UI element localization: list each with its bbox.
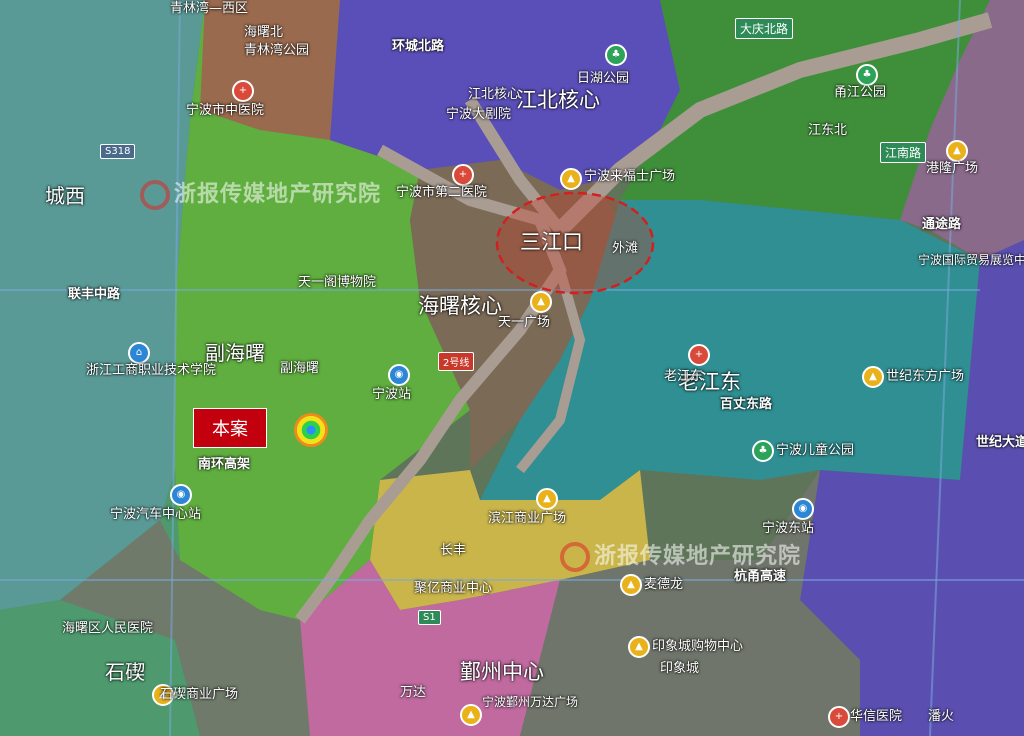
poi-yongjiang-park: 甬江公园 — [834, 85, 887, 100]
poi-auto-center: 宁波汽车中心站 — [110, 507, 202, 522]
mall-icon[interactable]: ▲ — [530, 291, 552, 313]
school-icon[interactable]: ⌂ — [128, 342, 150, 364]
poi-qinglinwan-north: 海曙北 — [244, 25, 284, 40]
park-icon[interactable]: ♣ — [605, 44, 627, 66]
core-jiangbei: 江北核心 — [516, 88, 600, 112]
mall-icon[interactable]: ▲ — [620, 574, 642, 596]
poi-tianyi-plaza: 天一广场 — [498, 315, 551, 330]
poi-qinglinwan-area: 青林湾—西区 — [170, 1, 249, 16]
poi-binjiang-plaza: 滨江商业广场 — [488, 511, 567, 526]
metro-line2-badge: 2号线 — [438, 352, 475, 371]
road-shield-s1: S1 — [418, 610, 441, 625]
poi-waitan: 外滩 — [612, 241, 639, 256]
poi-juyi-center: 聚亿商业中心 — [414, 581, 493, 596]
poi-maidelong: 麦德龙 — [644, 577, 684, 592]
district-chengxi: 城西 — [45, 184, 85, 208]
poi-ningbo-tcm-hospital: 宁波市中医院 — [186, 103, 265, 118]
district-jiangdongbei: 江东北 — [808, 123, 848, 138]
poi-huaxin-hospital: 华信医院 — [850, 709, 903, 724]
poi-jiangbei-core-small: 江北核心 — [468, 87, 521, 102]
poi-ningbo-no2-hospital: 宁波市第二医院 — [396, 185, 488, 200]
road-shield-s318: S318 — [100, 144, 136, 159]
poi-haishu-hospital: 海曙区人民医院 — [62, 621, 154, 636]
poi-yinzhou-wanda: 宁波鄞州万达广场 — [482, 695, 579, 709]
mall-icon[interactable]: ▲ — [560, 168, 582, 190]
poi-ningbo-east-station: 宁波东站 — [762, 521, 815, 536]
road-jiangnan: 江南路 — [880, 142, 927, 163]
core-yinzhou: 鄞州中心 — [460, 660, 544, 684]
district-fuhaishu: 副海曙 — [205, 341, 265, 365]
hospital-icon[interactable]: + — [688, 344, 710, 366]
hospital-icon[interactable]: + — [452, 164, 474, 186]
map-view[interactable]: 浙报传媒地产研究院 浙报传媒地产研究院 城西 副海曙 石碶 江东北 江北核心 三… — [0, 0, 1024, 736]
road-huancheng-north: 环城北路 — [392, 39, 445, 54]
train-station-icon[interactable]: ◉ — [388, 364, 410, 386]
poi-tianyige-museum: 天一阁博物院 — [298, 275, 377, 290]
road-baizhang-east: 百丈东路 — [720, 397, 773, 412]
mall-icon[interactable]: ▲ — [460, 704, 482, 726]
watermark-logo-icon — [140, 180, 170, 210]
road-nanhuan-viaduct: 南环高架 — [198, 457, 251, 472]
project-badge: 本案 — [193, 408, 267, 448]
mall-icon[interactable]: ▲ — [536, 488, 558, 510]
district-shiqi: 石碶 — [105, 660, 145, 684]
road-daqing-north: 大庆北路 — [735, 18, 794, 39]
train-station-icon[interactable]: ◉ — [792, 498, 814, 520]
project-location-marker[interactable] — [294, 413, 328, 447]
hospital-icon[interactable]: + — [828, 706, 850, 728]
road-century-ave: 世纪大道 — [976, 435, 1024, 450]
poi-raffles-plaza: 宁波来福士广场 — [584, 169, 676, 184]
poi-ganglong-plaza: 港隆广场 — [926, 161, 979, 176]
road-tongtu: 通途路 — [922, 217, 962, 232]
watermark-top: 浙报传媒地产研究院 — [140, 176, 381, 210]
mall-icon[interactable]: ▲ — [628, 636, 650, 658]
watermark-logo-icon — [560, 542, 590, 572]
watermark-bottom: 浙报传媒地产研究院 — [560, 538, 801, 572]
poi-ningbo-station: 宁波站 — [372, 387, 412, 402]
road-lianfeng-zhong: 联丰中路 — [68, 287, 121, 302]
road-hangnan-expressway: 杭甬高速 — [734, 569, 787, 584]
poi-ningbo-kids-park: 宁波儿童公园 — [776, 443, 855, 458]
poi-trade-center: 宁波国际贸易展览中心 — [918, 253, 1024, 267]
poi-rihu-park: 日湖公园 — [577, 71, 630, 86]
park-icon[interactable]: ♣ — [856, 64, 878, 86]
poi-yinxiang-city: 印象城 — [660, 661, 700, 676]
poi-fuhaishu-small: 副海曙 — [280, 361, 320, 376]
poi-yinxiang-mall: 印象城购物中心 — [652, 639, 744, 654]
poi-ningbo-grand-theatre: 宁波大剧院 — [446, 107, 512, 122]
core-haishu: 海曙核心 — [418, 294, 502, 318]
poi-laojiangdong-small: 老江东 — [664, 369, 704, 384]
mall-icon[interactable]: ▲ — [862, 366, 884, 388]
hospital-icon[interactable]: + — [232, 80, 254, 102]
poi-shiqi-plaza: 石碶商业广场 — [160, 687, 239, 702]
poi-qinglinwan-park: 青林湾公园 — [244, 43, 310, 58]
park-icon[interactable]: ♣ — [752, 440, 774, 462]
bus-station-icon[interactable]: ◉ — [170, 484, 192, 506]
poi-zhejiang-college: 浙江工商职业技术学院 — [86, 363, 217, 378]
poi-century-east: 世纪东方广场 — [886, 369, 965, 384]
core-sanjiangkou: 三江口 — [520, 230, 583, 254]
poi-changfeng: 长丰 — [440, 543, 467, 558]
poi-wanda: 万达 — [400, 685, 427, 700]
poi-panhuo: 潘火 — [928, 709, 955, 724]
mall-icon[interactable]: ▲ — [946, 140, 968, 162]
